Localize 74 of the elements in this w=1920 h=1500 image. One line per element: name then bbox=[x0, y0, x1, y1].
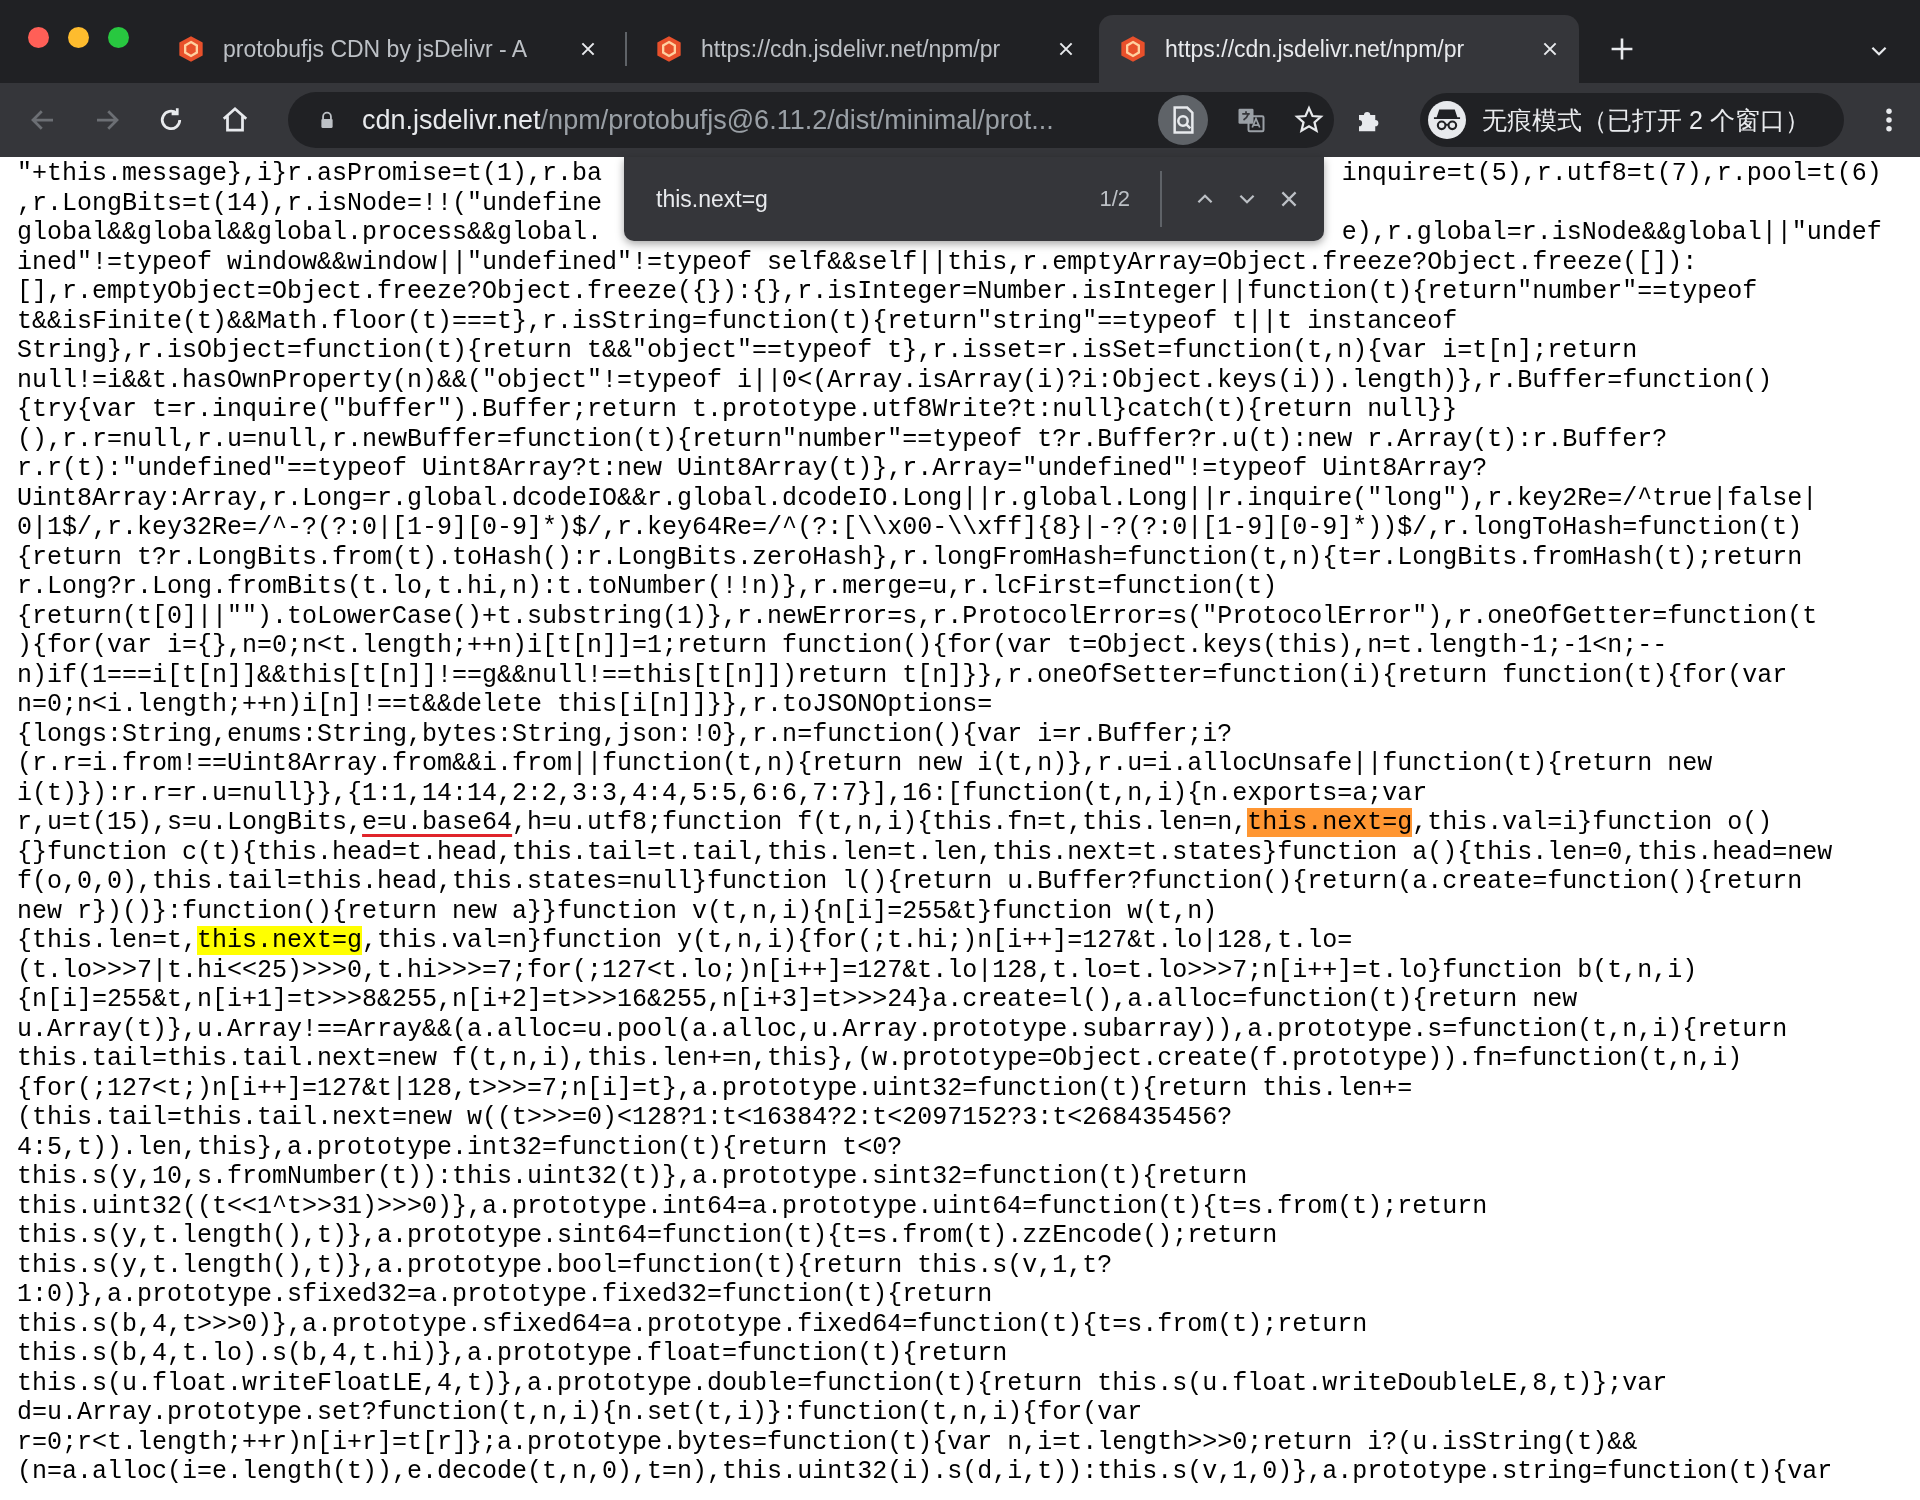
code-text: (),r.r=null,r.u=null,r.newBuffer=function(t){return"number"==typeof t?r.Buffer?r.u(t):new r.Array(t):r.Buffer? bbox=[17, 424, 1668, 454]
underlined-code: e=u.base64 bbox=[362, 808, 513, 837]
code-text: "+this.message},i}r.asPromise=t(1),r.ba bbox=[17, 159, 603, 188]
match-count: 1/2 bbox=[1099, 186, 1130, 212]
code-text: Uint8Array:Array,r.Long=r.global.dcodeIO&&r.global.dcodeIO.Long||r.global.Long||r.inquire("long"),r.key2Re=/^true|false| bbox=[17, 483, 1818, 513]
code-text: (t.lo>>>7|t.hi<<25)>>>0,t.hi>>>=7;for(;127<t.lo;)n[i++]=127&t.lo|128,t.lo=t.lo>>>7;n[i++]=t.lo}function b(t,n,i) bbox=[17, 955, 1698, 985]
code-text: e),r.global=r.isNode&&global||"undef bbox=[1341, 218, 1882, 248]
incognito-icon bbox=[1428, 101, 1466, 139]
hexagon-icon bbox=[1119, 35, 1147, 63]
close-window-button[interactable] bbox=[28, 27, 49, 48]
code-text: this.s(u.float.writeFloatLE,4,t)},a.prototype.double=function(t){return this.s(u.float.writeDoubleLE,8,t)};var bbox=[17, 1368, 1668, 1398]
code-text: r=0;r<t.length;++r)n[i+r]=t[r]};a.prototype.bytes=function(t){var n,i=t.length>>>0;return i?(u.isString(t)&& bbox=[17, 1427, 1638, 1457]
code-text: new r})()}:function(){return new a}}function v(t,n,i){n[i]=255&t}function w(t,n) bbox=[17, 896, 1218, 926]
code-text: global&&global&&global.process&&global. bbox=[17, 218, 603, 247]
code-text: 4:5,t)).len,this},a.prototype.int32=function(t){return t<0? bbox=[17, 1132, 903, 1162]
code-text: t&&isFinite(t)&&Math.floor(t)===t},r.isString=function(t){return"string"==typeof t||t instanceof bbox=[17, 306, 1458, 336]
browser-tab[interactable]: https://cdn.jsdelivr.net/npm/pr bbox=[635, 15, 1095, 83]
code-text: d=u.Array.prototype.set?function(t,n,i){n.set(t,i)}:function(t,n,i){for(var bbox=[17, 1398, 1143, 1427]
code-text: {return(t[0]||"").toLowerCase()+t.substring(1)},r.newError=s,r.ProtocolError=s("ProtocolError"),r.oneOfGetter=function(t bbox=[17, 601, 1818, 631]
find-input[interactable]: this.next=g bbox=[656, 185, 1100, 213]
code-text: (r.r=i.from!==Uint8Array.from&&i.from||function(t,n){return new i(t,n)},r.u=i.allocUnsafe||function(t){return new bbox=[17, 749, 1713, 778]
code-text: {return t?r.LongBits.from(t).toHash():r.LongBits.zeroHash},r.longFromHash=function(t,n){t=r.LongBits.fromHash(t);return bbox=[17, 542, 1803, 572]
code-text: u.Array(t)},u.Array!==Array&&(a.alloc=u.pool(a.alloc,u.Array.prototype.subarray)),a.prototype.s=function(t,n,i){return bbox=[17, 1014, 1788, 1044]
code-text: [],r.emptyObject=Object.freeze?Object.freeze({}):{},r.isInteger=Number.isInteger||function(t){return"number"==typeof bbox=[17, 277, 1758, 306]
code-text: (n=a.alloc(i=e.length(t)),e.decode(t,n,0),t=n),this.uint32(i).s(d,i,t)):this.s(v,1,0)},a.prototype.string=function(t){var bbox=[17, 1457, 1833, 1486]
code-text: ){for(var i={},n=0;n<t.length;++n)i[t[n]]=1;return function(){for(var t=Object.keys(this),n=t.length-1;-1<n;-- bbox=[17, 631, 1668, 660]
zoom-window-button[interactable] bbox=[108, 27, 129, 48]
code-text: inquire=t(5),r.utf8=t(7),r.pool=t(6) bbox=[1341, 159, 1882, 189]
code-text: n=0;n<i.length;++n)i[n]!==t&&delete this[i[n]]}},r.toJSONOptions= bbox=[17, 690, 993, 719]
code-text: n)if(1===i[t[n]]&&this[t[n]]!==g&&null!==this[t[n]])return t[n]}},r.oneOfSetter=function(i){return function(t){for(var bbox=[17, 660, 1788, 690]
code-text: this.uint32((t<<1^t>>31)>>>0)},a.prototype.int64=a.prototype.uint64=function(t){t=s.from(t);return bbox=[17, 1191, 1488, 1221]
incognito-profile-button[interactable]: 无痕模式（已打开 2 个窗口） bbox=[1420, 93, 1844, 147]
code-text: (this.tail=this.tail.next=new w((t>>>=0)<128?1:t<16384?2:t<2097152?3:t<268435456? bbox=[17, 1103, 1233, 1132]
plus-icon[interactable] bbox=[1609, 36, 1635, 62]
code-text: r,u=t(15),s=u.LongBits, bbox=[17, 808, 363, 837]
code-text: this.s(y,10,s.fromNumber(t)):this.uint32(t)},a.prototype.sint32=function(t){return bbox=[17, 1162, 1248, 1191]
minimize-window-button[interactable] bbox=[68, 27, 89, 48]
code-text: ,this.val=i}function o() bbox=[1412, 808, 1773, 837]
address-bar[interactable]: cdn.jsdelivr.net/npm/protobufjs@6.11.2/dist/minimal/prot... bbox=[288, 92, 1334, 148]
code-text: {n[i]=255&t,n[i+1]=t>>>8&255,n[i+2]=t>>>16&255,n[i+3]=t>>>24}a.create=l(),a.alloc=function(t){return new bbox=[17, 985, 1578, 1014]
code-text: ,h=u.utf8;function f(t,n,i){this.fn=t,this.len=n, bbox=[512, 808, 1248, 837]
code-text: String},r.isObject=function(t){return t&&"object"==typeof t},r.isset=r.isSet=function(t,n){var i=t[n];return bbox=[17, 336, 1638, 365]
code-text: r.r(t):"undefined"==typeof Uint8Array?t:new Uint8Array(t)},r.Array="undefined"!=typeof Uint8Array? bbox=[17, 454, 1488, 483]
code-text: i(t)}):r.r=r.u=null}},{1:1,14:14,2:2,3:3,4:4,5:5,6:6,7:7}],16:[function(t,n,i){n.exports=a;var bbox=[17, 778, 1428, 808]
code-text: ,r.LongBits=t(14),r.isNode=!!("undefine bbox=[17, 188, 603, 218]
code-text: this.tail=this.tail.next=new f(t,n,i),this.len+=n,this},(w.prototype=Object.create(f.prototype)).fn=function(t,n,i) bbox=[17, 1044, 1743, 1073]
code-text: {longs:String,enums:String,bytes:String,json:!0},r.n=function(){var i=r.Buffer;i? bbox=[17, 719, 1233, 749]
hexagon-icon bbox=[177, 35, 205, 63]
code-text: ined"!=typeof window&&window||"undefined"!=typeof self&&self||this,r.emptyArray=Object.freeze?Object.freeze([]): bbox=[17, 247, 1698, 277]
code-text: {this.len=t, bbox=[17, 926, 198, 955]
close-icon[interactable] bbox=[579, 40, 597, 58]
code-text: f(o,0,0),this.tail=this.head,this.states=null}function l(){return u.Buffer?function(){return(a.create=function(){return bbox=[17, 867, 1803, 896]
hexagon-icon bbox=[655, 35, 683, 63]
code-text: this.s(b,4,t.lo).s(b,4,t.hi)},a.prototype.float=function(t){return bbox=[17, 1339, 1008, 1368]
code-text: this.s(y,t.length(),t)},a.prototype.sint64=function(t){t=s.from(t).zzEncode();return bbox=[17, 1221, 1278, 1250]
lock-icon bbox=[318, 111, 336, 129]
code-text: this.s(y,t.length(),t)},a.prototype.bool=function(t){return this.s(v,1,t? bbox=[17, 1250, 1113, 1280]
browser-tab[interactable]: https://cdn.jsdelivr.net/npm/pr bbox=[1099, 15, 1579, 83]
search-match: this.next=g bbox=[197, 926, 363, 955]
code-text: null!=i&&t.hasOwnProperty(n)&&("object"!=typeof i||0<(Array.isArray(i)?i:Object.keys(i)).length)},r.Buffer=function() bbox=[17, 365, 1773, 395]
code-text: r.Long?r.Long.fromBits(t.lo,t.hi,n):t.toNumber(!!n)},r.merge=u,r.lcFirst=function(t) bbox=[17, 572, 1278, 601]
code-text: this.s(b,4,t>>>0)},a.prototype.sfixed64=a.prototype.fixed64=function(t){t=s.from(t);return bbox=[17, 1309, 1368, 1339]
find-in-page-icon[interactable] bbox=[1158, 95, 1208, 145]
search-match: this.next=g bbox=[1247, 808, 1413, 837]
code-text: {for(;127<t;)n[i++]=127&t|128,t>>>=7;n[i]=t},a.prototype.uint32=function(t){return this.len+= bbox=[17, 1073, 1413, 1103]
code-text: ,this.val=n}function y(t,n,i){for(;t.hi;)n[i++]=127&t.lo|128,t.lo= bbox=[362, 926, 1353, 955]
close-icon[interactable] bbox=[1057, 40, 1075, 58]
code-text: 0|1$/,r.key32Re=/^-?(?:0|[1-9][0-9]*)$/,r.key64Re=/^(?:[\\x00-\\xff]{8}|-?(?:0|[1-9][0-9]*))$/,r.longToHash=function(t) bbox=[17, 513, 1803, 542]
close-icon[interactable] bbox=[1541, 40, 1559, 58]
code-text: 1:0)},a.prototype.sfixed32=a.prototype.fixed32=function(t){return bbox=[17, 1280, 993, 1309]
browser-tab[interactable]: protobufjs CDN by jsDelivr - A bbox=[157, 15, 617, 83]
code-text: {try{var t=r.inquire("buffer").Buffer;return t.prototype.utf8Write?t:null}catch(t){return null}} bbox=[17, 395, 1458, 424]
code-text: {}function c(t){this.head=t.head,this.tail=t.tail,this.len=t.len,this.next=t.states}function a(){this.len=0,this.head=new bbox=[17, 837, 1833, 867]
star-icon[interactable] bbox=[1294, 105, 1324, 135]
